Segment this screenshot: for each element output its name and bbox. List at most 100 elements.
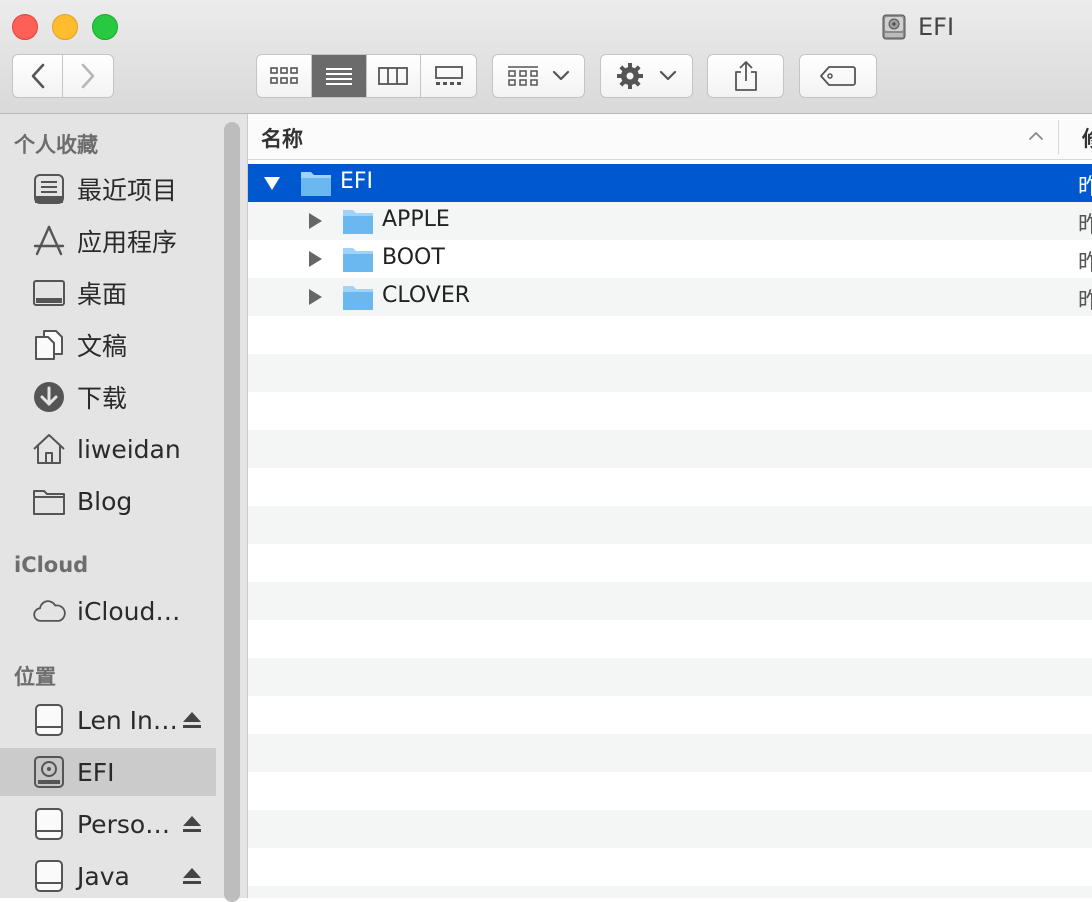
file-name: APPLE: [382, 207, 450, 232]
forward-button[interactable]: [63, 54, 114, 98]
sidebar-item-downloads[interactable]: 下载: [0, 373, 216, 421]
sidebar-item-icloud-drive[interactable]: iCloud…: [0, 587, 216, 635]
sidebar-item-label: iCloud…: [77, 596, 181, 626]
sidebar-item-desktop[interactable]: 桌面: [0, 269, 216, 317]
file-row-efi[interactable]: EFI 昨: [248, 164, 1092, 202]
sidebar-item-home[interactable]: liweidan: [0, 425, 216, 473]
empty-row: [248, 772, 1092, 810]
column-view-icon: [378, 67, 409, 85]
folder-icon: [301, 172, 331, 196]
sidebar-item-label: liweidan: [77, 434, 181, 464]
sidebar-item-blog[interactable]: Blog: [0, 477, 216, 525]
empty-row: [248, 430, 1092, 468]
icon-view-button[interactable]: [257, 55, 312, 97]
chevron-right-icon: [81, 63, 95, 89]
drive-icon: [882, 14, 906, 40]
group-button[interactable]: [492, 54, 585, 98]
sidebar-item-efi[interactable]: EFI: [0, 748, 216, 796]
sidebar-section-favorites: 个人收藏: [14, 133, 98, 157]
list-view-icon: [325, 68, 352, 85]
folder-icon: [343, 286, 373, 310]
sidebar: 个人收藏 最近项目 应用程序 桌面 文稿 下载 liweidan Blog iC…: [0, 114, 248, 902]
sidebar-item-applications[interactable]: 应用程序: [0, 217, 216, 265]
empty-row: [248, 582, 1092, 620]
disclosure-collapsed-icon[interactable]: [306, 288, 324, 306]
column-view-button[interactable]: [367, 55, 422, 97]
chevron-down-icon: [659, 70, 676, 81]
close-window-button[interactable]: [12, 14, 38, 40]
sidebar-item-label: Blog: [77, 486, 133, 516]
share-button[interactable]: [707, 54, 784, 98]
column-header-name[interactable]: 名称: [261, 123, 303, 153]
sidebar-item-perso[interactable]: Perso…: [0, 800, 216, 848]
empty-row: [248, 316, 1092, 354]
toolbar: EFI: [0, 0, 1092, 114]
sidebar-item-label: Len In…: [77, 705, 178, 735]
sidebar-item-label: 桌面: [77, 280, 128, 309]
sidebar-item-label: 最近项目: [77, 176, 178, 205]
empty-row: [248, 848, 1092, 886]
tag-button[interactable]: [799, 54, 877, 98]
minimize-window-button[interactable]: [52, 14, 78, 40]
column-header-date-modified[interactable]: 修: [1082, 123, 1092, 153]
sidebar-scrollbar[interactable]: [224, 122, 240, 902]
eject-icon[interactable]: [181, 865, 203, 887]
disclosure-collapsed-icon[interactable]: [306, 212, 324, 230]
file-row-boot[interactable]: BOOT 昨: [248, 240, 1092, 278]
window-title: EFI: [880, 10, 954, 44]
chevron-down-icon: [552, 70, 569, 81]
file-name: BOOT: [382, 245, 445, 270]
disclosure-expanded-icon[interactable]: [263, 174, 281, 192]
sidebar-section-icloud: iCloud: [14, 553, 89, 577]
icon-view-icon: [270, 67, 298, 84]
file-date-modified: 昨: [1078, 251, 1092, 276]
back-button[interactable]: [12, 54, 63, 98]
empty-row: [248, 886, 1092, 898]
file-row-clover[interactable]: CLOVER 昨: [248, 278, 1092, 316]
home-icon: [32, 432, 66, 466]
sidebar-item-label: 应用程序: [77, 228, 178, 257]
empty-row: [248, 620, 1092, 658]
drive-icon: [32, 807, 66, 841]
list-view-button[interactable]: [311, 55, 367, 97]
file-row-apple[interactable]: APPLE 昨: [248, 202, 1092, 240]
recents-icon: [32, 172, 66, 206]
sidebar-item-java[interactable]: Java: [0, 852, 216, 900]
sidebar-item-label: EFI: [77, 757, 115, 787]
sidebar-item-label: 下载: [77, 384, 128, 413]
sidebar-item-documents[interactable]: 文稿: [0, 321, 216, 369]
gear-icon: [616, 63, 643, 89]
column-header: 名称 修: [248, 114, 1092, 160]
file-name: EFI: [340, 169, 374, 194]
action-menu-button[interactable]: [600, 54, 693, 98]
cloud-icon: [32, 594, 66, 628]
column-divider[interactable]: [1058, 120, 1059, 154]
chevron-left-icon: [31, 63, 44, 89]
file-date-modified: 昨: [1078, 289, 1092, 314]
empty-row: [248, 468, 1092, 506]
documents-icon: [32, 328, 66, 362]
file-date-modified: 昨: [1078, 213, 1092, 238]
sidebar-section-locations: 位置: [14, 665, 56, 689]
sidebar-item-len-in[interactable]: Len In…: [0, 696, 216, 744]
empty-row: [248, 658, 1092, 696]
sort-ascending-icon[interactable]: [1028, 128, 1044, 144]
empty-row: [248, 506, 1092, 544]
sidebar-item-label: Java: [77, 861, 130, 891]
folder-icon: [32, 484, 66, 518]
file-name: CLOVER: [382, 283, 470, 308]
eject-icon[interactable]: [181, 813, 203, 835]
eject-icon[interactable]: [181, 709, 203, 731]
sidebar-item-label: Perso…: [77, 809, 171, 839]
downloads-icon: [32, 380, 66, 414]
drive-icon: [32, 703, 66, 737]
view-mode-segmented-control: [256, 54, 477, 98]
sidebar-item-recents[interactable]: 最近项目: [0, 165, 216, 213]
gallery-view-button[interactable]: [421, 55, 476, 97]
disclosure-collapsed-icon[interactable]: [306, 250, 324, 268]
empty-row: [248, 392, 1092, 430]
empty-row: [248, 544, 1092, 582]
empty-row: [248, 354, 1092, 392]
zoom-window-button[interactable]: [92, 14, 118, 40]
share-icon: [734, 61, 757, 91]
